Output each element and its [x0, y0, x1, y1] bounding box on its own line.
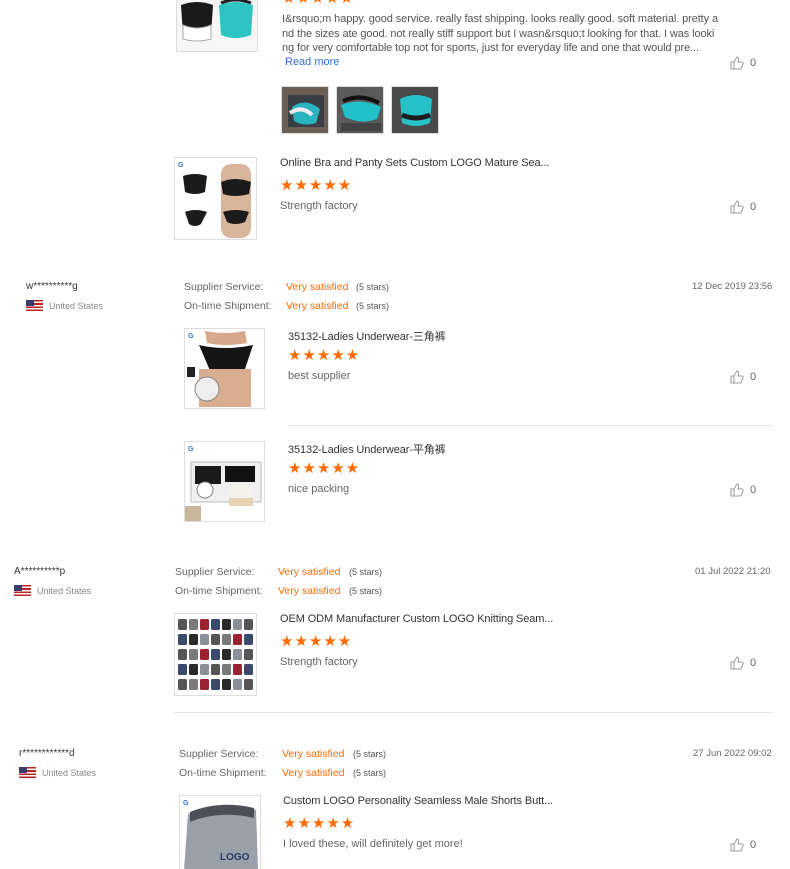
- supplier-service-rating: Supplier Service: Very satisfied (5 star…: [179, 748, 386, 760]
- review-date: 27 Jun 2022 09:02: [693, 748, 772, 759]
- like-button[interactable]: 0: [730, 200, 756, 214]
- svg-text:G: G: [178, 162, 184, 169]
- rating-label: Supplier Service:: [179, 748, 259, 760]
- product-image-logo-text: LOGO: [220, 852, 250, 863]
- review-date: 01 Jul 2022 21:20: [695, 566, 771, 577]
- product-title[interactable]: 35132-Ladies Underwear-三角裤: [288, 328, 446, 344]
- rating-stars: ★★★★★: [280, 177, 353, 194]
- product-title[interactable]: OEM ODM Manufacturer Custom LOGO Knittin…: [280, 613, 553, 625]
- supplier-service-rating: Supplier Service: Very satisfied (5 star…: [184, 281, 389, 293]
- reviewer-country: United States: [26, 300, 103, 311]
- product-title[interactable]: 35132-Ladies Underwear-平角裤: [288, 441, 446, 457]
- reviewer-country: United States: [19, 767, 96, 778]
- like-button[interactable]: 0: [730, 656, 756, 670]
- review-photo-2[interactable]: [336, 86, 384, 134]
- svg-text:G: G: [188, 333, 194, 340]
- shipment-rating: On-time Shipment: Very satisfied (5 star…: [179, 767, 386, 779]
- read-more-link[interactable]: Read more: [285, 56, 339, 68]
- rating-stars: ★★★★★: [283, 815, 356, 832]
- supplier-service-rating: Supplier Service: Very satisfied (5 star…: [175, 566, 382, 578]
- svg-text:G: G: [183, 800, 189, 807]
- product-title[interactable]: Online Bra and Panty Sets Custom LOGO Ma…: [280, 157, 550, 169]
- rating-value: Very satisfied: [286, 281, 349, 293]
- reviewer-name: w**********g: [26, 281, 78, 292]
- review-comment: nice packing: [288, 483, 350, 495]
- thumbs-up-icon: [730, 370, 744, 384]
- review-text-line: I&rsquo;m happy. good service. really fa…: [282, 13, 719, 25]
- review-comment: Strength factory: [280, 656, 358, 668]
- rating-stars: ★★★★★: [288, 347, 361, 364]
- review-comment: best supplier: [288, 370, 351, 382]
- product-title[interactable]: Custom LOGO Personality Seamless Male Sh…: [283, 795, 553, 807]
- rating-label: On-time Shipment:: [179, 767, 267, 779]
- rating-label: On-time Shipment:: [184, 300, 272, 312]
- like-button[interactable]: 0: [730, 483, 756, 497]
- like-count: 0: [750, 839, 757, 851]
- rating-stars: ★★★★★: [288, 460, 361, 477]
- item-divider: [288, 425, 773, 426]
- review-date: 12 Dec 2019 23:56: [692, 281, 773, 292]
- shipment-rating: On-time Shipment: Very satisfied (5 star…: [184, 300, 389, 312]
- review-divider: [174, 712, 773, 713]
- rating-stars: ★★★★★: [280, 633, 353, 650]
- us-flag-icon: [26, 300, 43, 311]
- product-image-bra-panty-set[interactable]: G: [174, 157, 257, 240]
- like-count: 0: [750, 371, 757, 383]
- like-button[interactable]: 0: [730, 838, 756, 852]
- rating-value: Very satisfied: [278, 566, 341, 578]
- review-photo-3[interactable]: [391, 86, 439, 134]
- review-text: I&rsquo;m happy. good service. really fa…: [282, 12, 728, 56]
- reviewer-name: A**********p: [14, 566, 66, 577]
- thumbs-up-icon: [730, 838, 744, 852]
- rating-value: Very satisfied: [282, 767, 345, 779]
- product-image-ladies-briefs[interactable]: G: [184, 328, 265, 409]
- thumbs-up-icon: [730, 483, 744, 497]
- thumbs-up-icon: [730, 656, 744, 670]
- thumbs-up-icon: [730, 56, 744, 70]
- product-image-sports-bra[interactable]: [176, 0, 258, 52]
- rating-stars-text: (5 stars): [356, 301, 390, 311]
- like-button[interactable]: 0: [730, 56, 756, 70]
- rating-label: Supplier Service:: [175, 566, 255, 578]
- review-stars: ★★★★★: [282, 0, 354, 7]
- like-count: 0: [750, 57, 757, 69]
- rating-value: Very satisfied: [278, 585, 341, 597]
- rating-label: On-time Shipment:: [175, 585, 263, 597]
- reviewer-name: r************d: [19, 748, 75, 759]
- country-name: United States: [42, 767, 97, 778]
- review-comment: Strength factory: [280, 200, 358, 212]
- rating-stars-text: (5 stars): [356, 282, 390, 292]
- country-name: United States: [49, 300, 104, 311]
- like-button[interactable]: 0: [730, 370, 756, 384]
- us-flag-icon: [19, 767, 36, 778]
- rating-label: Supplier Service:: [184, 281, 264, 293]
- svg-text:G: G: [188, 446, 194, 453]
- review-text-line: ng for very comfortable top not for spor…: [282, 42, 699, 54]
- us-flag-icon: [14, 585, 31, 596]
- review-comment: I loved these, will definitely get more!: [283, 838, 463, 850]
- product-image-male-shorts[interactable]: G LOGO: [179, 795, 261, 869]
- shipment-rating: On-time Shipment: Very satisfied (5 star…: [175, 585, 382, 597]
- reviewer-country: United States: [14, 585, 91, 596]
- product-image-knitted-shorts[interactable]: [174, 613, 257, 696]
- like-count: 0: [750, 201, 757, 213]
- product-image-ladies-boyshorts[interactable]: G: [184, 441, 265, 522]
- review-photo-1[interactable]: [281, 86, 329, 134]
- country-name: United States: [37, 585, 92, 596]
- review-text-line: nd the sizes ate good. not really stiff …: [282, 27, 715, 40]
- rating-stars-text: (5 stars): [353, 749, 387, 759]
- thumbs-up-icon: [730, 200, 744, 214]
- rating-value: Very satisfied: [282, 748, 345, 760]
- like-count: 0: [750, 484, 757, 496]
- rating-stars-text: (5 stars): [353, 768, 387, 778]
- rating-stars-text: (5 stars): [349, 567, 383, 577]
- rating-stars-text: (5 stars): [349, 586, 383, 596]
- rating-value: Very satisfied: [286, 300, 349, 312]
- like-count: 0: [750, 657, 757, 669]
